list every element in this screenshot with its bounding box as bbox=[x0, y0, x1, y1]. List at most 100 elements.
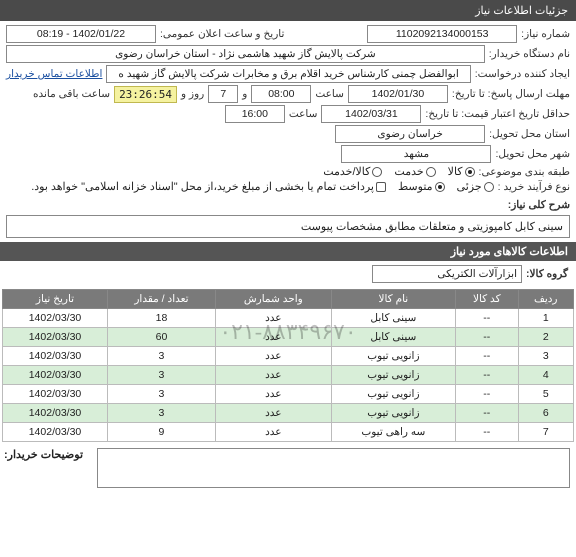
group-field: ابزارآلات الکتریکی bbox=[372, 265, 522, 283]
table-cell: 60 bbox=[108, 328, 216, 347]
row-city: شهر محل تحویل: مشهد bbox=[6, 145, 570, 163]
province-label: استان محل تحویل: bbox=[489, 128, 570, 140]
row-group: گروه کالا: ابزارآلات الکتریکی bbox=[0, 261, 576, 287]
radio-dot-icon bbox=[484, 182, 494, 192]
city-label: شهر محل تحویل: bbox=[495, 148, 570, 160]
table-cell: عدد bbox=[215, 347, 331, 366]
row-desc-label: شرح کلی نیاز: bbox=[0, 199, 576, 211]
table-cell: 4 bbox=[518, 366, 574, 385]
validity-date-field: 1402/03/31 bbox=[321, 105, 421, 123]
table-cell: 1402/03/30 bbox=[3, 404, 108, 423]
table-wrapper: ۰۲۱-۸۸۳۴۹۶۷۰ ردیف کد کالا نام کالا واحد … bbox=[0, 289, 576, 442]
row-deadline: مهلت ارسال پاسخ: تا تاریخ: 1402/01/30 سا… bbox=[6, 85, 570, 103]
table-cell: 1402/03/30 bbox=[3, 309, 108, 328]
remaining-label: ساعت باقی مانده bbox=[33, 88, 110, 100]
th-unit: واحد شمارش bbox=[215, 290, 331, 309]
row-province: استان محل تحویل: خراسان رضوی bbox=[6, 125, 570, 143]
table-cell: 9 bbox=[108, 423, 216, 442]
validity-time-field: 16:00 bbox=[225, 105, 285, 123]
table-row: 1--سینی کابلعدد181402/03/30 bbox=[3, 309, 574, 328]
table-row: 6--زانویی تیوبعدد31402/03/30 bbox=[3, 404, 574, 423]
radio-dot-icon bbox=[372, 167, 382, 177]
row-creator: ایجاد کننده درخواست: ابوالفضل چمنی کارشن… bbox=[6, 65, 570, 83]
table-cell: 3 bbox=[108, 385, 216, 404]
creator-field: ابوالفضل چمنی کارشناس خرید اقلام برق و م… bbox=[106, 65, 470, 83]
th-qty: تعداد / مقدار bbox=[108, 290, 216, 309]
table-cell: -- bbox=[456, 423, 518, 442]
table-row: 5--زانویی تیوبعدد31402/03/30 bbox=[3, 385, 574, 404]
and-label: و bbox=[242, 88, 247, 100]
table-cell: 5 bbox=[518, 385, 574, 404]
category-label: طبقه بندی موضوعی: bbox=[479, 166, 570, 178]
notes-row: توضیحات خریدار: bbox=[0, 444, 576, 498]
radio-both-label: کالا/خدمت bbox=[323, 165, 370, 178]
radio-medium[interactable]: متوسط bbox=[398, 180, 445, 193]
table-cell: سینی کابل bbox=[331, 309, 455, 328]
group-label: گروه کالا: bbox=[526, 268, 568, 280]
announce-field: 1402/01/22 - 08:19 bbox=[6, 25, 156, 43]
table-cell: زانویی تیوب bbox=[331, 366, 455, 385]
table-row: 3--زانویی تیوبعدد31402/03/30 bbox=[3, 347, 574, 366]
table-cell: زانویی تیوب bbox=[331, 404, 455, 423]
notes-label: توضیحات خریدار: bbox=[0, 444, 91, 461]
description-text: سینی کابل کامپوزیتی و متعلقات مطابق مشخص… bbox=[301, 221, 563, 233]
checkbox-treasury[interactable]: پرداخت تمام یا بخشی از مبلغ خرید،از محل … bbox=[31, 180, 386, 193]
table-cell: سه راهی تیوب bbox=[331, 423, 455, 442]
checkbox-icon bbox=[376, 182, 386, 192]
table-cell: 3 bbox=[108, 347, 216, 366]
table-cell: زانویی تیوب bbox=[331, 347, 455, 366]
radio-both[interactable]: کالا/خدمت bbox=[323, 165, 382, 178]
province-field: خراسان رضوی bbox=[335, 125, 485, 143]
description-box: سینی کابل کامپوزیتی و متعلقات مطابق مشخص… bbox=[6, 215, 570, 238]
table-cell: عدد bbox=[215, 385, 331, 404]
days-label: روز و bbox=[181, 88, 204, 100]
table-cell: -- bbox=[456, 366, 518, 385]
radio-medium-label: متوسط bbox=[398, 180, 433, 193]
table-cell: -- bbox=[456, 347, 518, 366]
table-cell: عدد bbox=[215, 328, 331, 347]
radio-service[interactable]: خدمت bbox=[394, 165, 435, 178]
radio-small-label: جزئی bbox=[457, 180, 482, 193]
th-code: کد کالا bbox=[456, 290, 518, 309]
row-category: طبقه بندی موضوعی: کالا خدمت کالا/خدمت bbox=[6, 165, 570, 178]
radio-dot-icon bbox=[435, 182, 445, 192]
time-label-2: ساعت bbox=[289, 108, 318, 120]
deadline-date-field: 1402/01/30 bbox=[348, 85, 448, 103]
items-header: اطلاعات کالاهای مورد نیاز bbox=[0, 242, 576, 261]
radio-goods[interactable]: کالا bbox=[448, 165, 475, 178]
table-cell: -- bbox=[456, 309, 518, 328]
req-no-field: 1102092134000153 bbox=[367, 25, 517, 43]
table-cell: 1402/03/30 bbox=[3, 385, 108, 404]
buyer-notes-box bbox=[97, 448, 570, 488]
table-cell: عدد bbox=[215, 404, 331, 423]
days-field: 7 bbox=[208, 85, 238, 103]
details-section: شماره نیاز: 1102092134000153 تاریخ و ساع… bbox=[0, 21, 576, 199]
table-cell: سینی کابل bbox=[331, 328, 455, 347]
items-header-text: اطلاعات کالاهای مورد نیاز bbox=[451, 246, 568, 258]
radio-small[interactable]: جزئی bbox=[457, 180, 494, 193]
table-cell: عدد bbox=[215, 309, 331, 328]
table-cell: 1402/03/30 bbox=[3, 328, 108, 347]
row-buyer: نام دستگاه خریدار: شرکت پالایش گاز شهید … bbox=[6, 45, 570, 63]
table-cell: 7 bbox=[518, 423, 574, 442]
table-cell: 2 bbox=[518, 328, 574, 347]
table-header-row: ردیف کد کالا نام کالا واحد شمارش تعداد /… bbox=[3, 290, 574, 309]
contact-link[interactable]: اطلاعات تماس خریدار bbox=[6, 68, 102, 80]
items-table: ردیف کد کالا نام کالا واحد شمارش تعداد /… bbox=[2, 289, 574, 442]
table-cell: 6 bbox=[518, 404, 574, 423]
process-note: پرداخت تمام یا بخشی از مبلغ خرید،از محل … bbox=[31, 180, 374, 193]
row-process: نوع فرآیند خرید : جزئی متوسط پرداخت تمام… bbox=[6, 180, 570, 193]
table-cell: زانویی تیوب bbox=[331, 385, 455, 404]
th-date: تاریخ نیاز bbox=[3, 290, 108, 309]
table-cell: عدد bbox=[215, 423, 331, 442]
deadline-time-field: 08:00 bbox=[251, 85, 311, 103]
table-cell: 3 bbox=[108, 404, 216, 423]
table-cell: 1402/03/30 bbox=[3, 347, 108, 366]
table-cell: 3 bbox=[518, 347, 574, 366]
city-field: مشهد bbox=[341, 145, 491, 163]
table-cell: 1402/03/30 bbox=[3, 423, 108, 442]
creator-label: ایجاد کننده درخواست: bbox=[475, 68, 570, 80]
radio-service-label: خدمت bbox=[394, 165, 423, 178]
countdown-field: 23:26:54 bbox=[114, 86, 177, 103]
radio-goods-label: کالا bbox=[448, 165, 463, 178]
